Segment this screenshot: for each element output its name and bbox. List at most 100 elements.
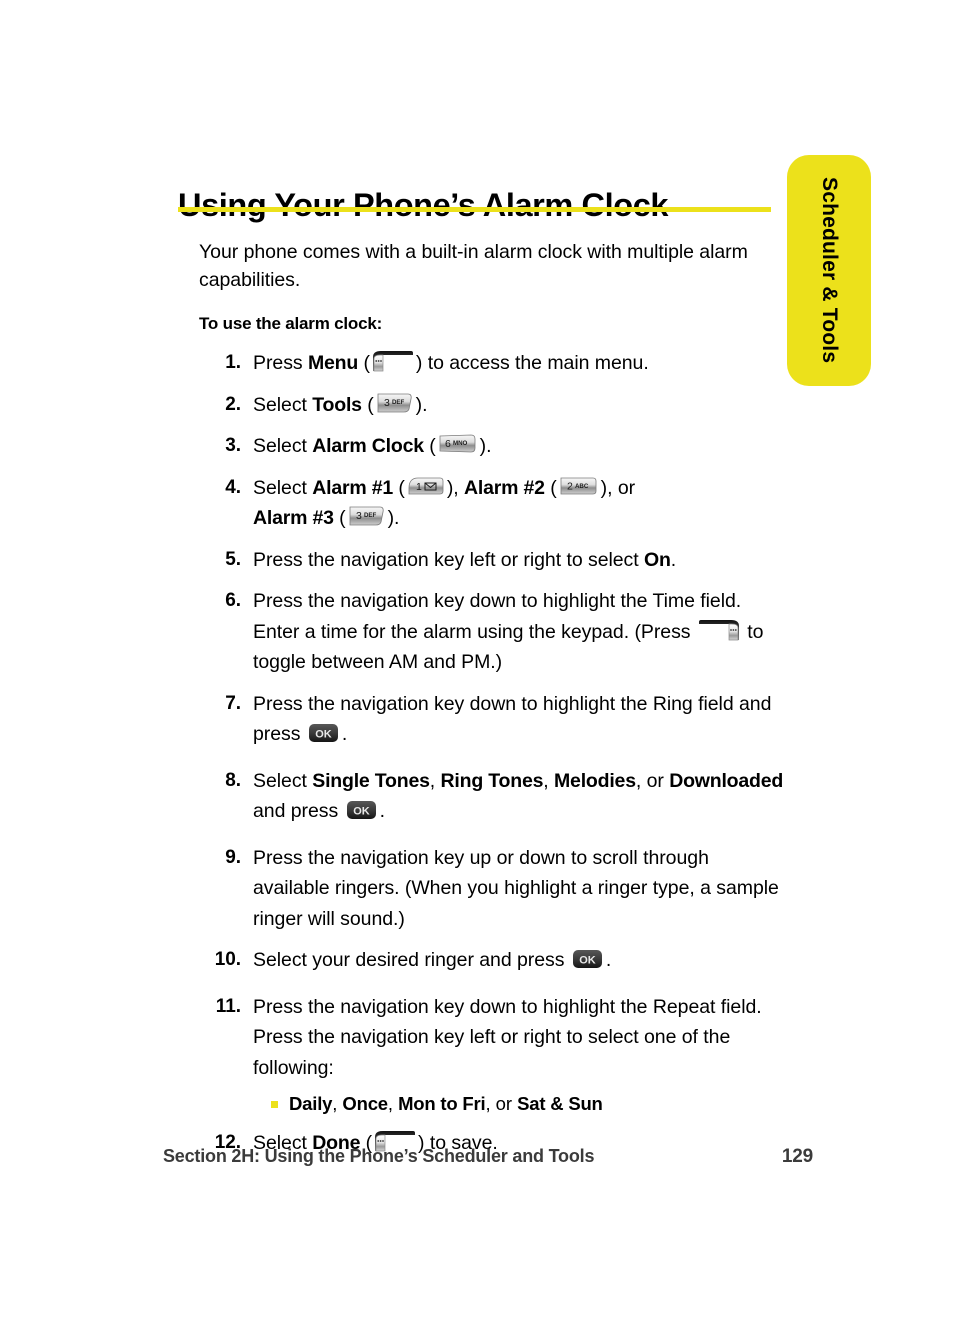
step-text: Press [253, 352, 308, 374]
svg-text:DEF: DEF [364, 512, 376, 519]
step-number: 10. [214, 949, 241, 970]
side-tab-scheduler-tools: Scheduler & Tools [787, 155, 871, 386]
key-2-abc-icon: 2 ABC [558, 474, 600, 498]
step-item: 3. Select Alarm Clock ( 6 MNO ). [199, 431, 789, 462]
step-item: 6. Press the navigation key down to high… [199, 586, 789, 678]
sub-bold-term: Once [342, 1093, 388, 1114]
step-number: 11. [215, 995, 241, 1017]
key-3-def-icon: 3 DEF [375, 391, 415, 415]
step-item: 2. Select Tools ( 3 DEF ). [199, 390, 789, 421]
svg-text:2: 2 [567, 480, 573, 492]
manual-page: Scheduler & Tools Using Your Phone’s Ala… [0, 0, 954, 1323]
sub-text: , [387, 1093, 399, 1114]
step-text: . [605, 949, 612, 971]
step-bold-term: Ring Tones [440, 769, 544, 792]
step-text: Select [253, 476, 313, 499]
step-text: ). [387, 507, 400, 529]
step-item: 9. Press the navigation key up or down t… [199, 843, 789, 935]
side-tab-label: Scheduler & Tools [818, 177, 841, 364]
step-text: ) to access the main menu. [415, 352, 649, 374]
intro-paragraph: Your phone comes with a built-in alarm c… [199, 241, 748, 291]
step-text: . [341, 723, 348, 745]
step-number: 1. [225, 352, 241, 373]
step-text: Press the navigation key down to highlig… [253, 995, 762, 1079]
ok-key-icon: OK [572, 947, 604, 981]
svg-text:DEF: DEF [392, 399, 404, 406]
page-content: Your phone comes with a built-in alarm c… [199, 238, 789, 1170]
key-1-envelope-icon: 1 [406, 474, 446, 498]
step-text: ), [446, 476, 465, 499]
step-item: 11. Press the navigation key down to hig… [199, 992, 789, 1118]
lead-in-text: To use the alarm clock: [199, 314, 383, 333]
step-text: Press the navigation key left or right t… [253, 548, 644, 571]
page-title: Using Your Phone’s Alarm Clock [178, 186, 669, 223]
step-bold-term: Alarm #3 [253, 507, 334, 529]
footer-section-label: Section 2H: Using the Phone’s Scheduler … [163, 1146, 595, 1166]
sub-bold-term: Mon to Fri [398, 1093, 486, 1114]
step-text: , [429, 769, 441, 792]
sub-list: Daily, Once, Mon to Fri, or Sat & Sun [253, 1091, 789, 1117]
step-bold-term: Single Tones [312, 769, 430, 792]
step-text: Select [253, 435, 313, 457]
step-text: . [379, 800, 385, 822]
ok-key-icon: OK [308, 721, 340, 755]
step-text: ( [333, 507, 346, 529]
step-bold-term: Tools [312, 393, 362, 416]
key-3-def-icon: 3 DEF [347, 504, 387, 528]
step-item: 8. Select Single Tones, Ring Tones, Melo… [199, 766, 789, 832]
step-number: 3. [225, 435, 241, 456]
sub-text: , [332, 1093, 343, 1114]
title-underline-rule [178, 207, 771, 212]
step-bold-term: Melodies [554, 769, 636, 792]
page-footer: Section 2H: Using the Phone’s Scheduler … [163, 1146, 813, 1168]
step-item: 1. Press Menu () to access the main men… [199, 348, 789, 379]
step-text: ( [423, 435, 436, 457]
svg-text:6: 6 [445, 438, 451, 450]
key-6-mno-icon: 6 MNO [437, 432, 479, 456]
step-text: ). [479, 435, 492, 457]
sub-list-item: Daily, Once, Mon to Fri, or Sat & Sun [271, 1091, 789, 1117]
svg-text:MNO: MNO [453, 440, 468, 447]
step-text: Select your desired ringer and press [253, 949, 570, 971]
step-text: ( [358, 352, 370, 374]
step-text: Select [253, 769, 313, 792]
step-number: 7. [225, 692, 241, 714]
step-bold-term: Alarm Clock [312, 435, 424, 457]
svg-text:3: 3 [356, 510, 362, 522]
step-text: Press the navigation key up or down to s… [253, 846, 779, 930]
step-number: 8. [225, 769, 241, 791]
step-bold-term: Downloaded [669, 769, 784, 792]
step-text: ( [361, 393, 374, 416]
svg-text:OK: OK [579, 955, 596, 967]
step-number: 4. [225, 476, 241, 498]
sub-text: , or [485, 1093, 518, 1114]
svg-text:OK: OK [353, 806, 370, 818]
step-bold-term: Alarm #2 [464, 476, 545, 499]
sub-bold-term: Sat & Sun [517, 1093, 603, 1114]
step-text: ), or [600, 476, 636, 499]
softkey-right-icon [697, 618, 741, 642]
sub-bold-term: Daily [289, 1093, 333, 1114]
step-bold-term: Alarm #1 [312, 476, 394, 499]
step-number: 9. [225, 846, 241, 868]
step-number: 5. [225, 548, 241, 570]
ok-key-icon: OK [346, 798, 378, 832]
step-text: , or [635, 769, 670, 792]
step-item: 5. Press the navigation key left or righ… [199, 545, 789, 576]
step-text: . [670, 548, 677, 571]
step-text: Press the navigation key down to highlig… [253, 590, 742, 643]
step-item: 4. Select Alarm #1 ( 1), Alarm #2 (2 A… [199, 473, 789, 534]
step-number: 6. [225, 590, 241, 611]
step-text: Select [253, 393, 313, 416]
square-bullet-icon [271, 1101, 278, 1108]
step-bold-term: On [644, 548, 671, 571]
footer-page-number: 129 [781, 1146, 813, 1167]
step-number: 2. [225, 393, 241, 415]
svg-text:OK: OK [315, 729, 332, 741]
step-item: 10. Select your desired ringer and press… [199, 945, 789, 981]
step-bold-term: Menu [307, 352, 359, 374]
step-text: ( [393, 476, 405, 499]
svg-text:ABC: ABC [575, 483, 589, 490]
svg-text:1: 1 [416, 481, 422, 493]
softkey-left-icon [371, 349, 415, 373]
